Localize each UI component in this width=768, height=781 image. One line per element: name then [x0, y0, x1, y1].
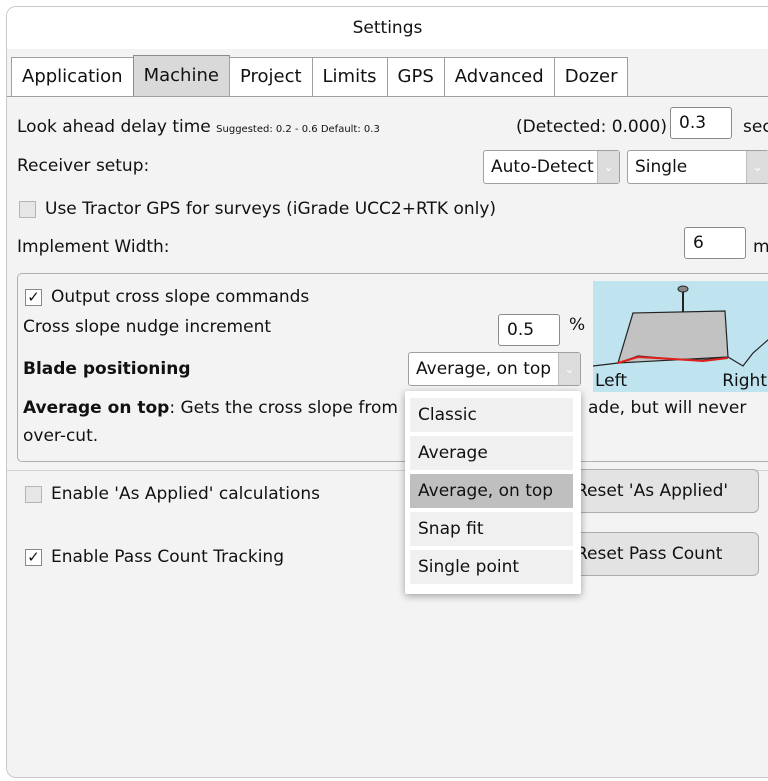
diagram-left-label: Left: [595, 371, 627, 391]
nudge-input[interactable]: 0.5: [498, 314, 560, 346]
tractor-gps-checkbox[interactable]: [19, 201, 36, 218]
tab-bar: Application Machine Project Limits GPS A…: [11, 55, 629, 97]
receiver-mode-select[interactable]: Auto-Detect ⌄: [483, 150, 620, 184]
blade-positioning-select[interactable]: Average, on top ⌄: [408, 352, 581, 386]
tab-machine[interactable]: Machine: [132, 55, 230, 97]
settings-window: Settings Application Machine Project Lim…: [6, 6, 768, 778]
desc-line2: over-cut.: [23, 426, 99, 446]
implement-label: Implement Width:: [17, 237, 170, 257]
implement-unit: m: [753, 237, 768, 257]
tab-application[interactable]: Application: [11, 57, 134, 97]
as-applied-checkbox[interactable]: [25, 486, 42, 503]
nudge-label: Cross slope nudge increment: [23, 317, 272, 337]
chevron-down-icon: ⌄: [558, 353, 580, 385]
chevron-down-icon: ⌄: [746, 151, 768, 183]
chevron-down-icon: ⌄: [597, 151, 619, 183]
blade-shape: [617, 310, 729, 364]
receiver-mode-value: Auto-Detect: [491, 157, 594, 177]
receiver-label: Receiver setup:: [17, 156, 150, 176]
tractor-gps-label: Use Tractor GPS for surveys (iGrade UCC2…: [45, 199, 497, 219]
tab-project[interactable]: Project: [228, 57, 313, 97]
tab-divider: [7, 96, 768, 97]
reset-pass-count-button[interactable]: Reset Pass Count: [563, 532, 759, 576]
diagram-right-label: Right: [722, 371, 767, 391]
tab-dozer[interactable]: Dozer: [553, 57, 629, 97]
lookahead-hint: Suggested: 0.2 - 0.6 Default: 0.3: [216, 124, 380, 135]
output-cross-slope-checkbox[interactable]: ✓: [25, 289, 42, 306]
as-applied-label: Enable 'As Applied' calculations: [51, 484, 321, 504]
pass-count-checkbox[interactable]: ✓: [25, 549, 42, 566]
tab-limits[interactable]: Limits: [311, 57, 388, 97]
lookahead-detected: (Detected: 0.000): [516, 117, 667, 137]
pass-count-label: Enable Pass Count Tracking: [51, 547, 284, 567]
desc-part1: : Gets the cross slope from: [169, 398, 398, 418]
receiver-type-select[interactable]: Single ⌄: [627, 150, 768, 184]
antenna-icon: [677, 285, 689, 293]
nudge-unit: %: [569, 315, 586, 335]
lookahead-unit: sec: [743, 117, 768, 137]
lookahead-label: Look ahead delay time: [17, 117, 211, 137]
tab-gps[interactable]: GPS: [386, 57, 445, 97]
blade-positioning-label: Blade positioning: [23, 359, 191, 379]
dropdown-option-snap-fit[interactable]: Snap fit: [410, 512, 573, 546]
implement-width-input[interactable]: 6: [684, 227, 746, 259]
lookahead-input[interactable]: 0.3: [670, 107, 732, 139]
lookahead-label-group: Look ahead delay time Suggested: 0.2 - 0…: [17, 117, 380, 137]
dropdown-option-average-on-top[interactable]: Average, on top: [410, 474, 573, 508]
receiver-type-value: Single: [635, 157, 688, 177]
desc-bold: Average on top: [23, 398, 170, 418]
dropdown-option-classic[interactable]: Classic: [410, 398, 573, 432]
output-cross-slope-label: Output cross slope commands: [51, 287, 310, 307]
dropdown-option-average[interactable]: Average: [410, 436, 573, 470]
blade-positioning-dropdown: Classic Average Average, on top Snap fit…: [405, 391, 581, 594]
desc-part2: ade, but will never: [588, 398, 747, 418]
tab-advanced[interactable]: Advanced: [443, 57, 555, 97]
blade-description: Average on top: Gets the cross slope fro…: [23, 398, 398, 418]
dropdown-option-single-point[interactable]: Single point: [410, 550, 573, 584]
blade-positioning-value: Average, on top: [416, 359, 552, 379]
blade-diagram: Left Right: [592, 281, 768, 392]
reset-as-applied-button[interactable]: Reset 'As Applied': [563, 469, 759, 513]
window-title: Settings: [7, 7, 768, 49]
